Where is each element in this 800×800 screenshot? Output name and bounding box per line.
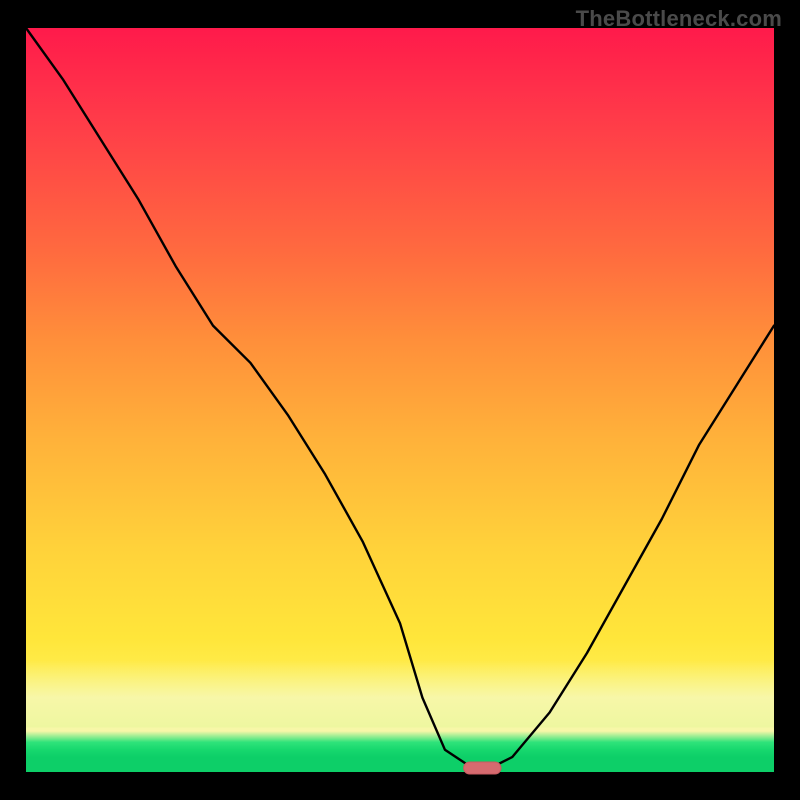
bottleneck-curve [26, 28, 774, 772]
chart-svg [26, 28, 774, 772]
optimal-marker [464, 762, 501, 774]
app-frame: TheBottleneck.com [0, 0, 800, 800]
chart-area [26, 28, 774, 772]
watermark-text: TheBottleneck.com [576, 6, 782, 32]
